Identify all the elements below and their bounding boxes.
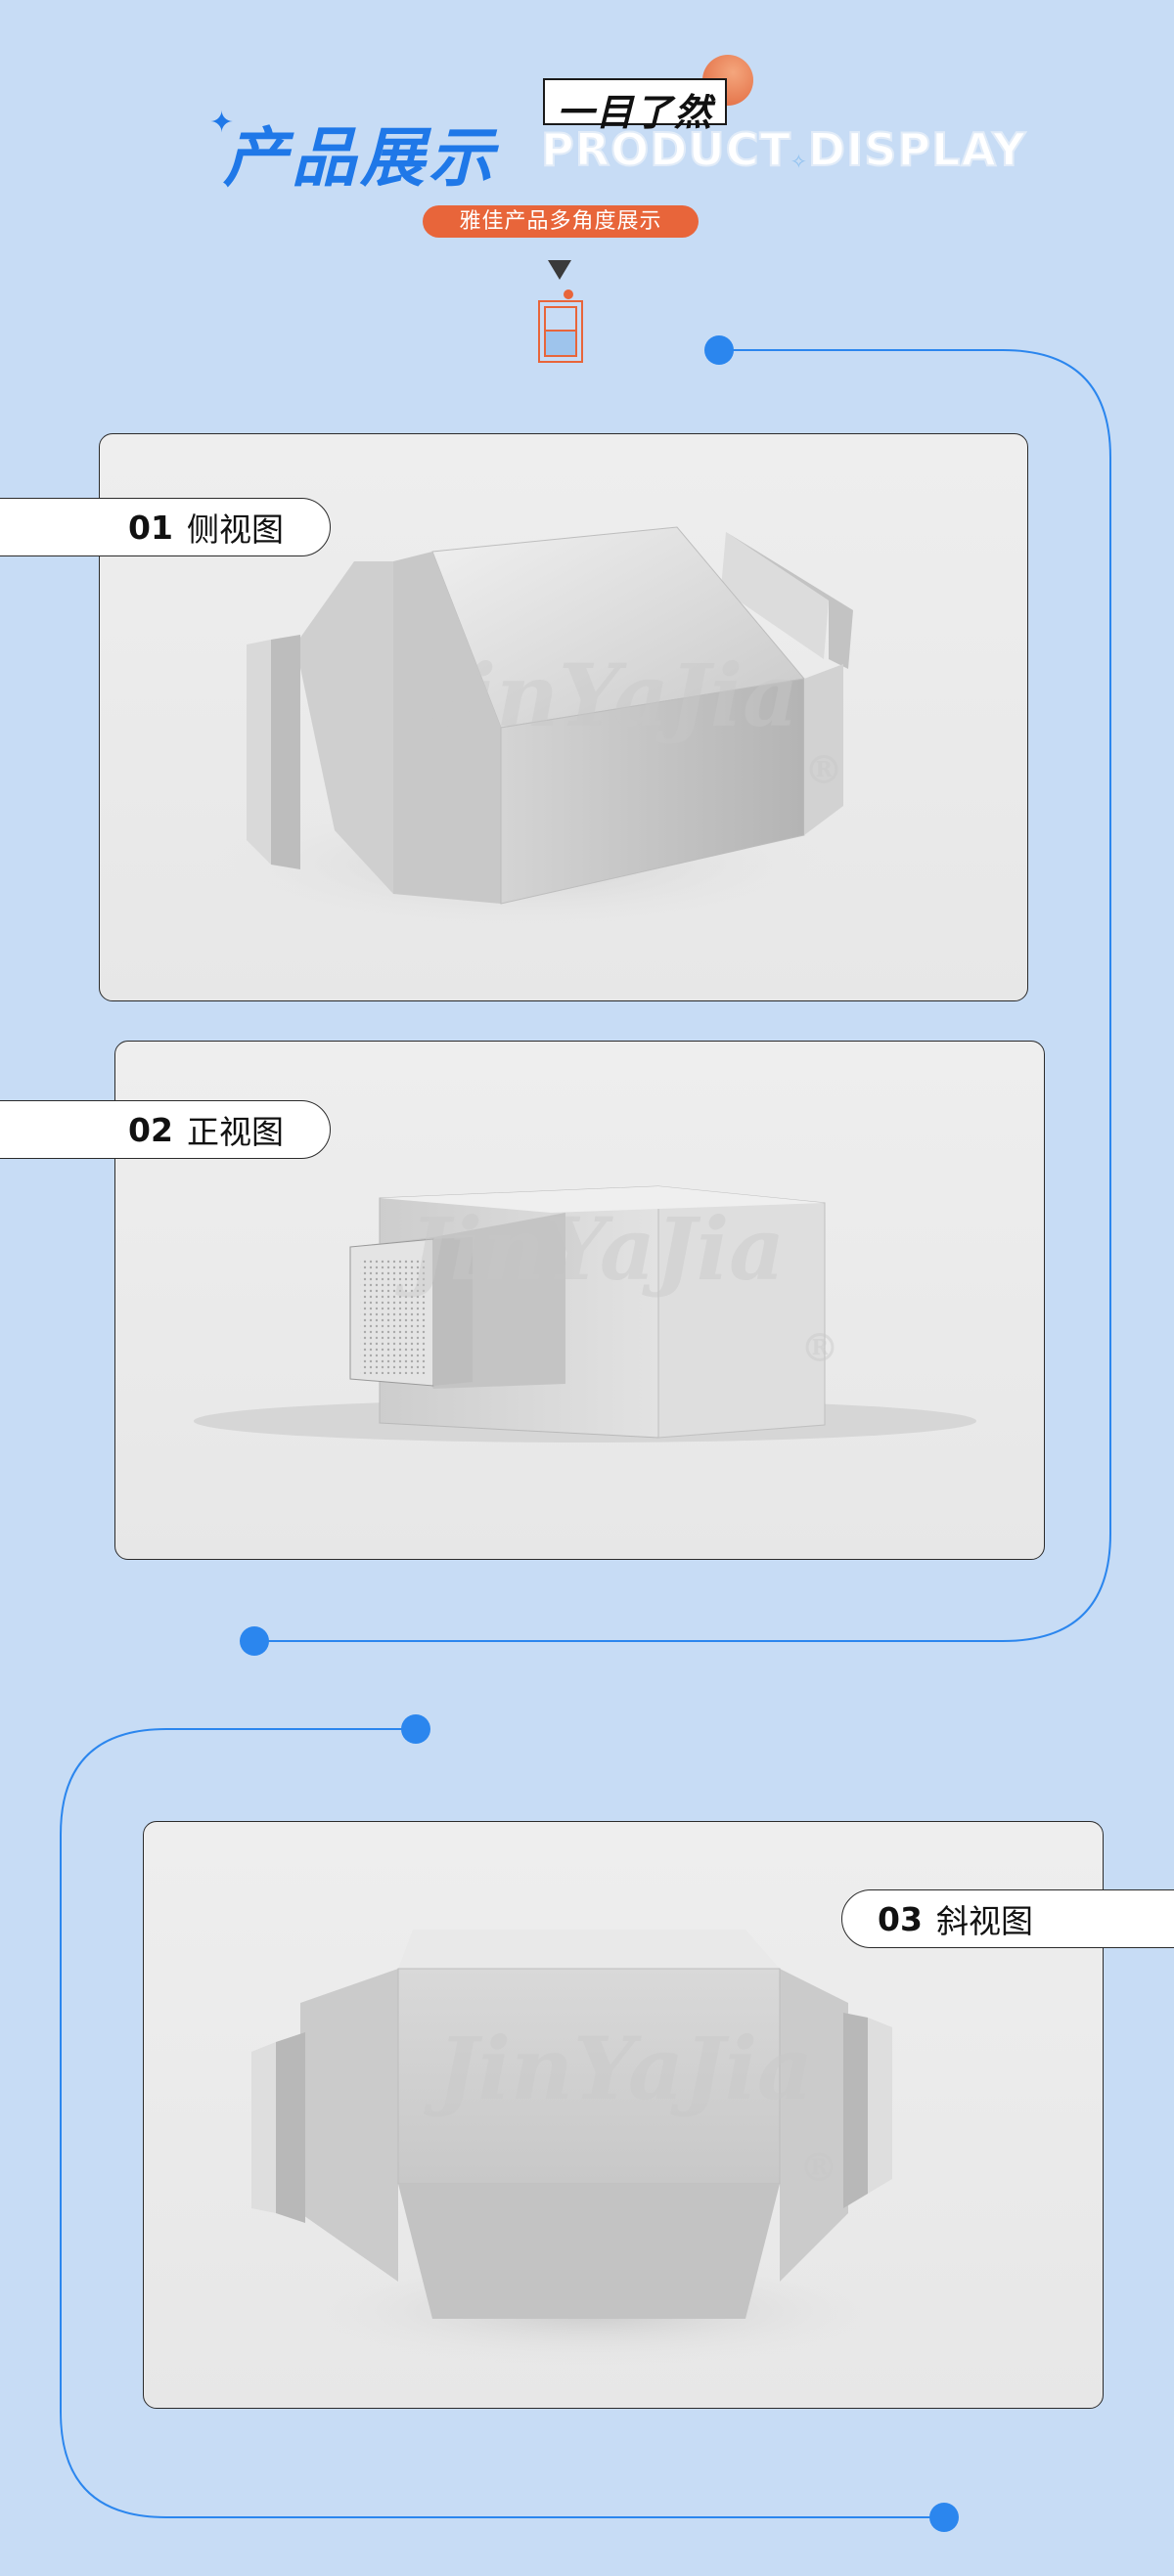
- view-label-side: 01 侧视图: [0, 498, 331, 556]
- view-label-text: 侧视图: [186, 511, 284, 549]
- view-label-oblique: 03 斜视图: [841, 1889, 1174, 1948]
- view-label-text: 斜视图: [935, 1902, 1033, 1940]
- view-number: 01: [128, 508, 173, 547]
- view-number: 02: [128, 1110, 173, 1149]
- connector-dot: [929, 2503, 959, 2532]
- view-number: 03: [878, 1899, 923, 1938]
- view-label-front: 02 正视图: [0, 1100, 331, 1159]
- page-title: 产品展示: [223, 120, 497, 196]
- watermark-mark: ®: [800, 1325, 839, 1371]
- page-title-en: PRODUCT DISPLAY: [540, 122, 1026, 177]
- product-outline-icon: [538, 289, 583, 363]
- subtitle-pill: 雅佳产品多角度展示: [423, 205, 699, 238]
- view-label-text: 正视图: [186, 1113, 284, 1151]
- watermark: JinYaJia: [423, 644, 799, 746]
- connector-dot: [704, 335, 734, 365]
- watermark: JinYaJia: [409, 1198, 786, 1300]
- watermark-mark: ®: [804, 747, 843, 793]
- connector-dot: [401, 1714, 430, 1744]
- tag-badge: 一目了然: [543, 78, 727, 134]
- connector-dot: [240, 1626, 269, 1656]
- watermark-mark: ®: [799, 2145, 838, 2191]
- watermark: JinYaJia: [437, 2018, 814, 2119]
- sparkle-icon: ✧: [790, 150, 807, 173]
- down-triangle-icon: [548, 260, 571, 280]
